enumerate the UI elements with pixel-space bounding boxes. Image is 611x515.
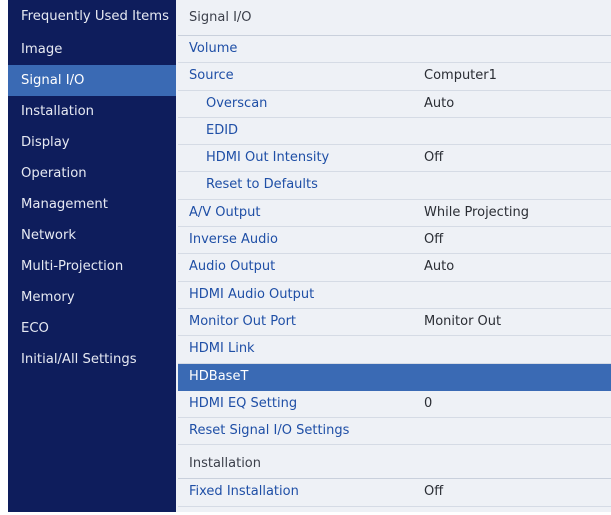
menu-row-monitor-out-port[interactable]: Monitor Out Port Monitor Out — [178, 309, 611, 337]
row-label: EDID — [206, 122, 239, 138]
row-value: Off — [424, 484, 444, 500]
row-value: Off — [424, 150, 444, 166]
menu-row-hdmi-audio-output[interactable]: HDMI Audio Output — [178, 282, 611, 309]
menu-row-volume[interactable]: Volume — [178, 36, 611, 64]
menu-row-hdbaset[interactable]: HDBaseT — [178, 363, 611, 391]
section-title-signal-io: Signal I/O — [178, 0, 611, 36]
row-label: HDBaseT — [189, 368, 249, 384]
menu-row-hdmi-out-intensity[interactable]: HDMI Out Intensity Off — [178, 145, 611, 173]
sidebar-item-operation[interactable]: Operation — [8, 158, 176, 189]
menu-row-audio-output[interactable]: Audio Output Auto — [178, 254, 611, 282]
row-label: Audio Output — [189, 259, 276, 275]
menu-row-fixed-installation[interactable]: Fixed Installation Off — [178, 479, 611, 507]
row-value: Auto — [424, 259, 455, 275]
sidebar-item-management[interactable]: Management — [8, 189, 176, 220]
sidebar-item-installation[interactable]: Installation — [8, 96, 176, 127]
row-label: HDMI Link — [189, 341, 255, 357]
section-title-installation: Installation — [178, 449, 611, 480]
sidebar-item-signal-io[interactable]: Signal I/O — [8, 65, 176, 96]
menu-row-reset-signal-io-settings[interactable]: Reset Signal I/O Settings — [178, 418, 611, 446]
row-label: Fixed Installation — [189, 484, 299, 500]
menu-row-hdmi-eq-setting[interactable]: HDMI EQ Setting 0 — [178, 391, 611, 419]
sidebar-item-initial-all-settings[interactable]: Initial/All Settings — [8, 344, 176, 375]
settings-panel: Signal I/O Volume Source Computer1 Overs… — [178, 0, 611, 512]
menu-row-source[interactable]: Source Computer1 — [178, 63, 611, 91]
row-value: While Projecting — [424, 204, 530, 220]
row-label: Monitor Out Port — [189, 313, 297, 329]
menu-row-edid[interactable]: EDID — [178, 118, 611, 146]
sidebar-item-memory[interactable]: Memory — [8, 282, 176, 313]
row-label: Volume — [189, 41, 238, 56]
menu-row-overscan[interactable]: Overscan Auto — [178, 91, 611, 118]
projector-menu: Frequently Used Items Image Signal I/O I… — [8, 0, 611, 512]
row-label: HDMI Audio Output — [189, 286, 315, 302]
sidebar-item-display[interactable]: Display — [8, 127, 176, 158]
row-value: Monitor Out — [424, 313, 502, 329]
menu-row-reset-to-defaults[interactable]: Reset to Defaults — [178, 172, 611, 200]
row-value: 0 — [424, 395, 433, 411]
sidebar-item-eco[interactable]: ECO — [8, 313, 176, 344]
sidebar-item-image[interactable]: Image — [8, 34, 176, 65]
row-label: Overscan — [206, 95, 268, 111]
row-label: Reset Signal I/O Settings — [189, 423, 350, 439]
row-value: Computer1 — [424, 68, 497, 84]
row-label: HDMI Out Intensity — [206, 150, 330, 166]
row-label: Reset to Defaults — [206, 177, 318, 193]
sidebar-item-network[interactable]: Network — [8, 220, 176, 251]
row-label: HDMI EQ Setting — [189, 395, 298, 411]
row-value: Off — [424, 232, 444, 248]
sidebar-item-multi-projection[interactable]: Multi-Projection — [8, 251, 176, 282]
row-label: Source — [189, 68, 234, 84]
sidebar-item-frequently-used-items[interactable]: Frequently Used Items — [8, 0, 176, 34]
row-value: Auto — [424, 95, 455, 111]
menu-row-av-output[interactable]: A/V Output While Projecting — [178, 200, 611, 228]
sidebar: Frequently Used Items Image Signal I/O I… — [8, 0, 176, 512]
row-label: A/V Output — [189, 204, 261, 220]
row-label: Inverse Audio — [189, 232, 278, 248]
menu-row-hdmi-link[interactable]: HDMI Link — [178, 336, 611, 364]
menu-row-inverse-audio[interactable]: Inverse Audio Off — [178, 227, 611, 255]
